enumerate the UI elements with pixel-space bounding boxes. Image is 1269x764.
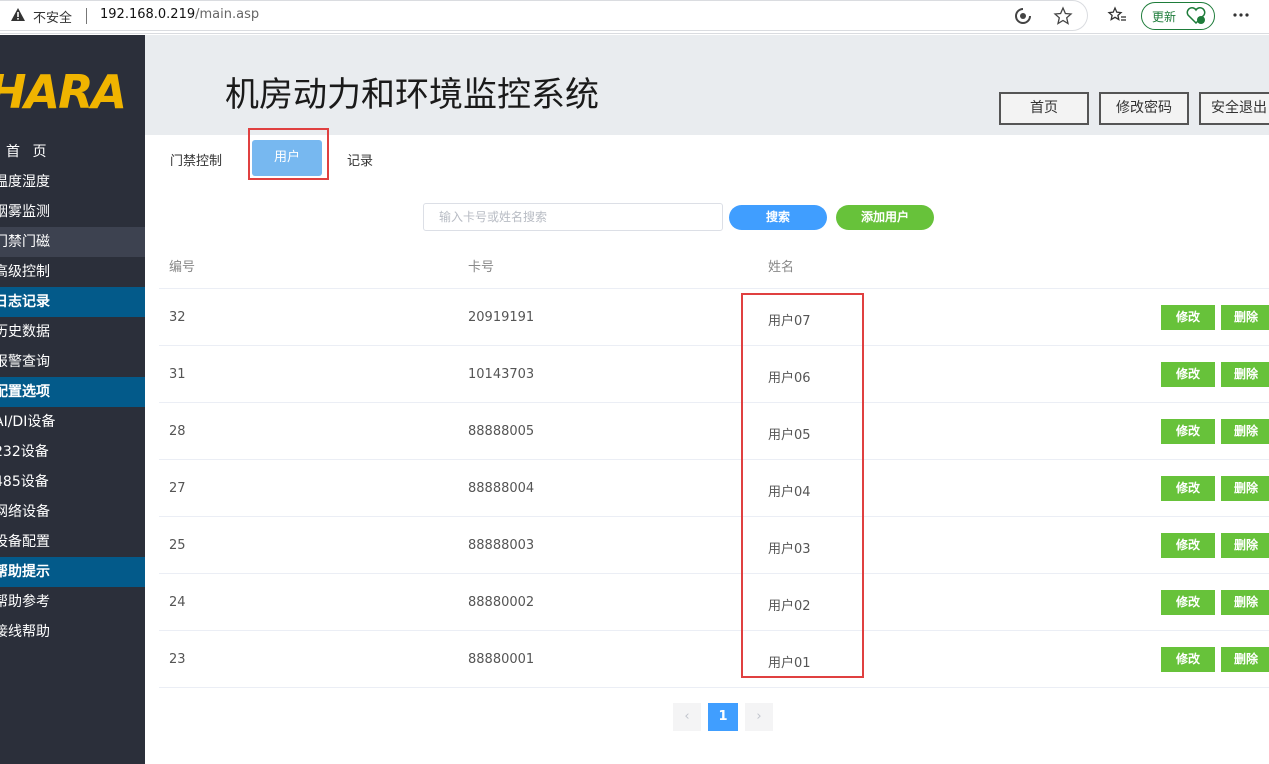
star-icon[interactable] [1053, 6, 1073, 26]
cell-id: 32 [169, 310, 186, 325]
delete-button[interactable]: 删除 [1221, 647, 1269, 672]
cell-card: 88880001 [468, 652, 535, 667]
sidebar-section: 日志记录 [0, 287, 145, 317]
delete-button[interactable]: 删除 [1221, 305, 1269, 330]
sidebar-item[interactable]: 温度湿度 [0, 167, 145, 197]
table-row: 27 88888004 用户04 修改 删除 [159, 460, 1269, 517]
delete-button[interactable]: 删除 [1221, 362, 1269, 387]
insecure-label: 不安全 [33, 11, 73, 26]
header-name: 姓名 [768, 260, 795, 275]
address-bar[interactable]: 不安全 192.168.0.219/main.asp [0, 0, 1088, 31]
header-card: 卡号 [468, 260, 495, 275]
cell-name: 用户04 [768, 485, 811, 500]
edit-button[interactable]: 修改 [1161, 647, 1215, 672]
sidebar-nav: 首 页温度湿度 烟雾监测 门禁门磁 高级控制 日志记录 历史数据 报警查询 配置选项 AI/DI… [0, 137, 145, 647]
search-input[interactable] [423, 203, 723, 231]
sidebar-section: 配置选项 [0, 377, 145, 407]
table-row: 31 10143703 用户06 修改 删除 [159, 346, 1269, 403]
sidebar-item[interactable]: 485设备 [0, 467, 145, 497]
edit-button[interactable]: 修改 [1161, 362, 1215, 387]
sidebar-item[interactable]: 历史数据 [0, 317, 145, 347]
delete-button[interactable]: 删除 [1221, 419, 1269, 444]
health-icon [1186, 7, 1206, 25]
search-button[interactable]: 搜索 [729, 205, 827, 230]
page-header: 机房动力和环境监控系统 首页 修改密码 安全退出 [145, 35, 1269, 135]
page-1-button[interactable]: 1 [708, 703, 738, 731]
cell-id: 23 [169, 652, 186, 667]
sidebar: HARA 首 页温度湿度 烟雾监测 门禁门磁 高级控制 日志记录 历史数据 报警查询 配置选项… [0, 35, 145, 764]
sidebar-item[interactable]: 首 页 [0, 137, 145, 167]
add-user-button[interactable]: 添加用户 [836, 205, 934, 230]
address-separator [86, 8, 87, 24]
edit-button[interactable]: 修改 [1161, 533, 1215, 558]
logo-area: HARA [0, 35, 145, 135]
next-page-button[interactable]: › [745, 703, 773, 731]
table-row: 25 88888003 用户03 修改 删除 [159, 517, 1269, 574]
cell-name: 用户02 [768, 599, 811, 614]
sidebar-item[interactable]: 设备配置 [0, 527, 145, 557]
prev-page-button[interactable]: ‹ [673, 703, 701, 731]
browser-toolbar: 不安全 192.168.0.219/main.asp 更新 [0, 0, 1269, 34]
tab-access-control[interactable]: 门禁控制 [170, 150, 222, 169]
cell-id: 31 [169, 367, 186, 382]
cell-card: 10143703 [468, 367, 535, 382]
table-header: 编号 卡号 姓名 [159, 236, 1269, 289]
cell-name: 用户05 [768, 428, 811, 443]
cell-name: 用户03 [768, 542, 811, 557]
sidebar-item[interactable]: 烟雾监测 [0, 197, 145, 227]
user-table: 编号 卡号 姓名 32 20919191 用户07 修改 删除 31 10143703 用户0… [159, 236, 1269, 688]
table-row: 32 20919191 用户07 修改 删除 [159, 289, 1269, 346]
logout-button[interactable]: 安全退出 [1199, 92, 1269, 125]
update-button[interactable]: 更新 [1141, 2, 1215, 30]
cell-card: 88880002 [468, 595, 535, 610]
url-text[interactable]: 192.168.0.219/main.asp [100, 7, 259, 22]
cell-id: 28 [169, 424, 186, 439]
cell-card: 88888003 [468, 538, 535, 553]
sidebar-item[interactable]: 报警查询 [0, 347, 145, 377]
edit-button[interactable]: 修改 [1161, 590, 1215, 615]
cell-card: 20919191 [468, 310, 535, 325]
cell-id: 24 [169, 595, 186, 610]
warning-icon [11, 8, 25, 21]
sidebar-item[interactable]: 高级控制 [0, 257, 145, 287]
cell-name: 用户07 [768, 314, 811, 329]
logo: HARA [0, 65, 127, 119]
delete-button[interactable]: 删除 [1221, 590, 1269, 615]
edit-button[interactable]: 修改 [1161, 419, 1215, 444]
cell-id: 27 [169, 481, 186, 496]
table-row: 23 88880001 用户01 修改 删除 [159, 631, 1269, 688]
sidebar-item[interactable]: 网络设备 [0, 497, 145, 527]
table-row: 28 88888005 用户05 修改 删除 [159, 403, 1269, 460]
sidebar-item[interactable]: 232设备 [0, 437, 145, 467]
sidebar-item[interactable]: 帮助参考 [0, 587, 145, 617]
tab-record[interactable]: 记录 [347, 150, 373, 169]
cell-name: 用户01 [768, 656, 811, 671]
sidebar-item[interactable]: AI/DI设备 [0, 407, 145, 437]
table-row: 24 88880002 用户02 修改 删除 [159, 574, 1269, 631]
home-button[interactable]: 首页 [999, 92, 1089, 125]
edit-button[interactable]: 修改 [1161, 476, 1215, 501]
sidebar-item[interactable]: 门禁门磁 [0, 227, 145, 257]
cell-name: 用户06 [768, 371, 811, 386]
edit-button[interactable]: 修改 [1161, 305, 1215, 330]
cell-id: 25 [169, 538, 186, 553]
cell-card: 88888004 [468, 481, 535, 496]
sidebar-section: 帮助提示 [0, 557, 145, 587]
system-title: 机房动力和环境监控系统 [225, 75, 599, 115]
header-id: 编号 [169, 260, 196, 275]
cell-card: 88888005 [468, 424, 535, 439]
change-password-button[interactable]: 修改密码 [1099, 92, 1189, 125]
delete-button[interactable]: 删除 [1221, 476, 1269, 501]
favorites-icon[interactable] [1107, 5, 1127, 25]
tab-user[interactable]: 用户 [252, 140, 322, 176]
edge-refresh-icon[interactable] [1013, 6, 1033, 26]
delete-button[interactable]: 删除 [1221, 533, 1269, 558]
more-menu-icon[interactable] [1231, 5, 1251, 25]
sidebar-item[interactable]: 接线帮助 [0, 617, 145, 647]
